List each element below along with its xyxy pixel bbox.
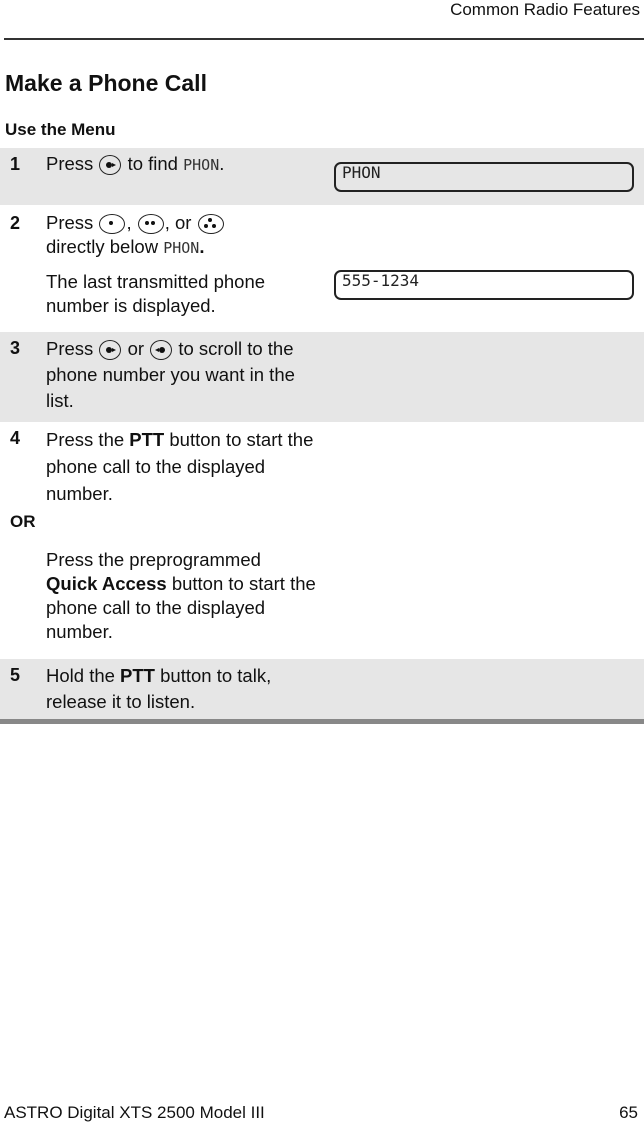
bold-text: Quick Access bbox=[46, 573, 167, 594]
right-arrow-button-icon bbox=[99, 340, 122, 361]
display-mode-text: PHON bbox=[183, 156, 220, 174]
header-rule bbox=[4, 38, 644, 40]
text: Press the preprogrammed bbox=[46, 549, 261, 570]
text: Press bbox=[46, 153, 94, 174]
or-label: OR bbox=[10, 512, 36, 531]
text: . bbox=[199, 236, 205, 257]
step-text: Press to find PHON. bbox=[46, 152, 316, 177]
step-number: 3 bbox=[10, 338, 21, 358]
one-dot-button-icon bbox=[99, 214, 126, 235]
right-arrow-button-icon bbox=[99, 155, 122, 176]
table-bottom-rule bbox=[0, 719, 644, 724]
step-text: Press , , or directly below PHON. The la… bbox=[46, 211, 316, 328]
text: or bbox=[127, 338, 145, 359]
text: , bbox=[126, 212, 132, 233]
section-subtitle: Use the Menu bbox=[5, 120, 116, 139]
step-number: 1 bbox=[10, 154, 21, 174]
page-number: 65 bbox=[619, 1103, 638, 1122]
step-number: 4 bbox=[10, 428, 21, 448]
step-row-3: 3 Press or to scroll to the phone number… bbox=[0, 332, 644, 422]
footer-title: ASTRO Digital XTS 2500 Model III bbox=[4, 1103, 265, 1122]
text: Press bbox=[46, 212, 94, 233]
text: Press the bbox=[46, 429, 125, 450]
text: Press bbox=[46, 338, 94, 359]
three-dot-button-icon bbox=[197, 214, 224, 235]
text: , or bbox=[164, 212, 192, 233]
left-arrow-button-icon bbox=[150, 340, 173, 361]
bold-text: PTT bbox=[120, 665, 155, 686]
alt-step-text: Press the preprogrammed Quick Access but… bbox=[46, 548, 316, 644]
step-note: The last transmitted phone number is dis… bbox=[46, 271, 266, 316]
step-text: Press the PTT button to start the phone … bbox=[46, 426, 316, 507]
step-row-1: 1 Press to find PHON. PHON bbox=[0, 148, 644, 205]
text: Hold the bbox=[46, 665, 115, 686]
step-row-4: 4 Press the PTT button to start the phon… bbox=[0, 422, 644, 659]
step-number: 5 bbox=[10, 665, 21, 685]
step-text: Hold the PTT button to talk, release it … bbox=[46, 663, 316, 715]
step-number: 2 bbox=[10, 213, 21, 233]
text: to find bbox=[127, 153, 178, 174]
text: directly below bbox=[46, 236, 159, 257]
running-header: Common Radio Features bbox=[450, 0, 640, 19]
page-title: Make a Phone Call bbox=[5, 70, 207, 96]
radio-display: 555-1234 bbox=[334, 270, 634, 300]
two-dot-button-icon bbox=[137, 214, 164, 235]
step-row-2: 2 Press , , or directly below PHON. The … bbox=[0, 205, 644, 332]
display-mode-text: PHON bbox=[163, 239, 200, 257]
step-text: Press or to scroll to the phone number y… bbox=[46, 336, 316, 414]
bold-text: PTT bbox=[129, 429, 165, 450]
radio-display: PHON bbox=[334, 162, 634, 192]
text: . bbox=[219, 153, 225, 174]
step-row-5: 5 Hold the PTT button to talk, release i… bbox=[0, 659, 644, 719]
